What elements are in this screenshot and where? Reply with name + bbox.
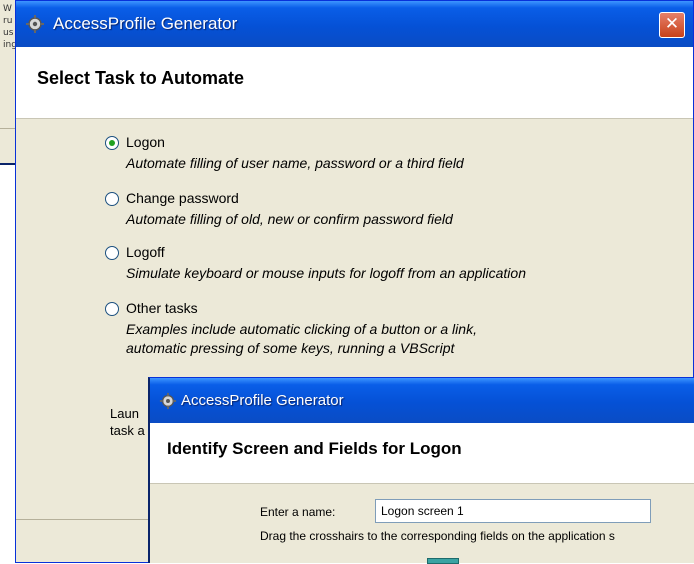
- option-description: Automate filling of user name, password …: [126, 154, 464, 173]
- launch-text-line: Laun: [110, 406, 139, 421]
- launch-text-line: task a: [110, 423, 145, 438]
- name-input[interactable]: [375, 499, 651, 523]
- description-line: Examples include automatic clicking of a…: [126, 321, 477, 337]
- change-password-radio[interactable]: [105, 192, 119, 206]
- launch-text: Laun task a: [110, 405, 145, 439]
- option-label: Change password: [126, 190, 239, 206]
- title-bar[interactable]: AccessProfile Generator ✕: [16, 1, 693, 47]
- window-title: AccessProfile Generator: [181, 392, 344, 409]
- page-title: Identify Screen and Fields for Logon: [167, 439, 462, 458]
- name-label: Enter a name:: [260, 505, 336, 519]
- description-line: Automate filling of old, new or confirm …: [126, 211, 453, 227]
- other-tasks-radio[interactable]: [105, 302, 119, 316]
- logoff-radio[interactable]: [105, 246, 119, 260]
- description-line: automatic pressing of some keys, running…: [126, 340, 455, 356]
- description-line: Automate filling of user name, password …: [126, 155, 464, 171]
- option-label: Logon: [126, 134, 165, 150]
- page-title: Select Task to Automate: [37, 68, 245, 88]
- option-description: Simulate keyboard or mouse inputs for lo…: [126, 264, 526, 283]
- identify-screen-dialog: AccessProfile Generator Identify Screen …: [148, 377, 694, 564]
- logon-radio[interactable]: [105, 136, 119, 150]
- option-label: Logoff: [126, 244, 165, 260]
- option-description: Automate filling of old, new or confirm …: [126, 210, 453, 229]
- crosshair-icon[interactable]: [427, 558, 459, 564]
- window-title: AccessProfile Generator: [53, 14, 238, 33]
- close-button[interactable]: ✕: [659, 12, 685, 38]
- option-description: Examples include automatic clicking of a…: [126, 320, 477, 358]
- dialog-header: Select Task to Automate: [16, 47, 693, 119]
- option-label: Other tasks: [126, 300, 198, 316]
- title-bar[interactable]: AccessProfile Generator: [150, 378, 694, 423]
- app-gear-icon: [159, 392, 177, 410]
- app-gear-icon: [26, 15, 44, 33]
- description-line: Simulate keyboard or mouse inputs for lo…: [126, 265, 526, 281]
- close-icon: ✕: [664, 14, 680, 34]
- drag-hint: Drag the crosshairs to the corresponding…: [260, 529, 615, 543]
- dialog-header: Identify Screen and Fields for Logon: [150, 423, 694, 484]
